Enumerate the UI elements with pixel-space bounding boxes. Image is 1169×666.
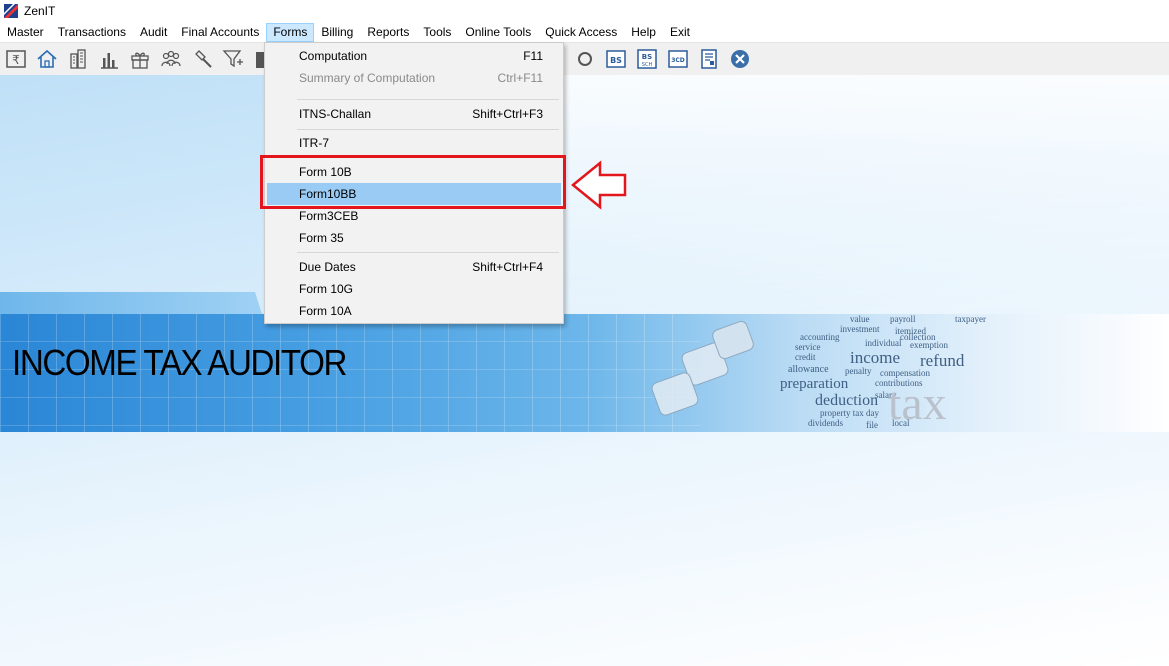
menu-separator [297, 252, 559, 253]
menu-reports[interactable]: Reports [360, 23, 416, 42]
gift-icon[interactable] [127, 46, 153, 72]
menu-tools[interactable]: Tools [416, 23, 458, 42]
menu-bar: Master Transactions Audit Final Accounts… [0, 22, 1169, 43]
menu-item-computation[interactable]: Computation F11 [267, 45, 561, 67]
banner-title: INCOME TAX AUDITOR [12, 342, 347, 383]
word: collection [900, 332, 936, 342]
hammer-icon[interactable] [189, 46, 215, 72]
menu-audit[interactable]: Audit [133, 23, 174, 42]
word: individual [865, 338, 902, 348]
filter-icon[interactable] [220, 46, 246, 72]
word: preparation [780, 376, 849, 392]
word: credit [795, 352, 816, 362]
svg-text:₹: ₹ [12, 53, 20, 67]
svg-text:BS: BS [610, 56, 622, 65]
rupee-icon[interactable]: ₹ [3, 46, 29, 72]
close-circle-icon[interactable] [727, 46, 753, 72]
menu-item-form-10a[interactable]: Form 10A [267, 300, 561, 322]
word: value [850, 314, 870, 324]
menu-separator [297, 129, 559, 130]
toolbar: ₹ BS BS SCH 3CD [0, 43, 1169, 75]
svg-text:BS: BS [642, 53, 652, 61]
word: tax [888, 377, 947, 430]
banner: value investment payroll itemized taxpay… [0, 292, 1169, 432]
word: allowance [788, 364, 829, 375]
banner-tab [0, 292, 262, 314]
search-icon[interactable] [572, 46, 598, 72]
title-bar: ZenIT [0, 0, 1169, 22]
word: income [850, 348, 901, 367]
bar-chart-icon[interactable] [96, 46, 122, 72]
menu-quick-access[interactable]: Quick Access [538, 23, 624, 42]
menu-item-form-35[interactable]: Form 35 [267, 227, 561, 249]
menu-master[interactable]: Master [0, 23, 51, 42]
word: investment [840, 324, 880, 334]
menu-final-accounts[interactable]: Final Accounts [174, 23, 266, 42]
menu-transactions[interactable]: Transactions [51, 23, 133, 42]
tax-word-cloud: value investment payroll itemized taxpay… [780, 312, 1169, 432]
window-title: ZenIT [24, 4, 56, 18]
menu-item-due-dates[interactable]: Due Dates Shift+Ctrl+F4 [267, 256, 561, 278]
3cd-icon[interactable]: 3CD [665, 46, 691, 72]
bs-icon[interactable]: BS [603, 46, 629, 72]
home-icon[interactable] [34, 46, 60, 72]
menu-item-summary-of-computation[interactable]: Summary of Computation Ctrl+F11 [267, 67, 561, 89]
menu-billing[interactable]: Billing [314, 23, 360, 42]
menu-item-itr-7[interactable]: ITR-7 [267, 132, 561, 154]
annotation-highlight-box [260, 155, 566, 209]
menu-item-itns-challan[interactable]: ITNS-Challan Shift+Ctrl+F3 [267, 103, 561, 125]
users-icon[interactable] [158, 46, 184, 72]
menu-separator [297, 99, 559, 100]
word: service [795, 342, 821, 352]
word: penalty [845, 366, 872, 376]
menu-help[interactable]: Help [624, 23, 663, 42]
app-logo-icon [4, 4, 18, 18]
word: file [866, 420, 878, 430]
svg-text:3CD: 3CD [671, 57, 685, 64]
word: property tax day [820, 408, 879, 418]
menu-exit[interactable]: Exit [663, 23, 697, 42]
bs-sch-icon[interactable]: BS SCH [634, 46, 660, 72]
form-icon[interactable] [696, 46, 722, 72]
word: payroll [890, 314, 916, 324]
building-icon[interactable] [65, 46, 91, 72]
keyboard-keys-image [645, 317, 765, 427]
menu-forms[interactable]: Forms [266, 22, 315, 42]
svg-text:SCH: SCH [642, 62, 653, 68]
menu-online-tools[interactable]: Online Tools [458, 23, 538, 42]
annotation-arrow-left-icon [570, 160, 628, 213]
word: taxpayer [955, 314, 986, 324]
menu-item-form-10g[interactable]: Form 10G [267, 278, 561, 300]
word: accounting [800, 332, 840, 342]
word: dividends [808, 418, 843, 428]
